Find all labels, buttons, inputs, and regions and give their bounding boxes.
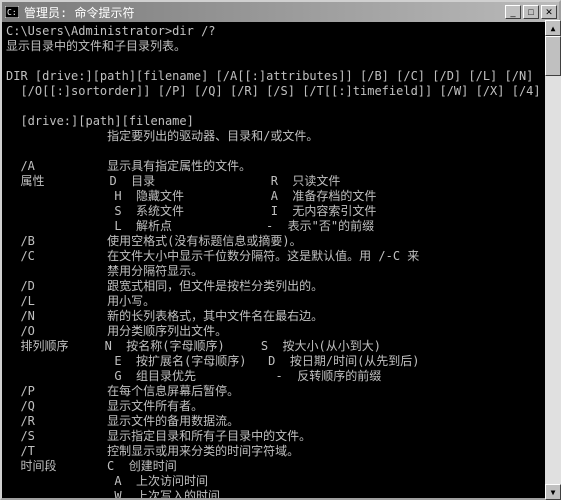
output-line: /L 用小写。 bbox=[6, 294, 155, 308]
console-output[interactable]: C:\Users\Administrator>dir /? 显示目录中的文件和子… bbox=[2, 22, 559, 498]
output-line: 指定要列出的驱动器、目录和/或文件。 bbox=[6, 129, 318, 143]
output-line: /B 使用空格式(没有标题信息或摘要)。 bbox=[6, 234, 302, 248]
output-line: 显示目录中的文件和子目录列表。 bbox=[6, 39, 186, 53]
output-line: G 组目录优先 - 反转顺序的前缀 bbox=[6, 369, 381, 383]
output-line: /Q 显示文件所有者。 bbox=[6, 399, 203, 413]
output-line: W 上次写入的时间 bbox=[6, 489, 220, 498]
output-line: DIR [drive:][path][filename] [/A[[:]attr… bbox=[6, 69, 533, 83]
output-line: /D 跟宽式相同，但文件是按栏分类列出的。 bbox=[6, 279, 323, 293]
output-line: /N 新的长列表格式，其中文件名在最右边。 bbox=[6, 309, 323, 323]
scroll-thumb[interactable] bbox=[545, 36, 561, 76]
output-line: L 解析点 - 表示"否"的前缀 bbox=[6, 219, 374, 233]
titlebar[interactable]: C: 管理员: 命令提示符 _ □ ✕ bbox=[2, 2, 559, 22]
output-line: 排列顺序 N 按名称(字母顺序) S 按大小(从小到大) bbox=[6, 339, 381, 353]
scroll-down-button[interactable]: ▼ bbox=[545, 484, 561, 500]
output-line: /A 显示具有指定属性的文件。 bbox=[6, 159, 251, 173]
output-line: /C 在文件大小中显示千位数分隔符。这是默认值。用 /-C 来 bbox=[6, 249, 419, 263]
output-line: S 系统文件 I 无内容索引文件 bbox=[6, 204, 376, 218]
svg-text:C:: C: bbox=[7, 8, 17, 17]
output-line: /S 显示指定目录和所有子目录中的文件。 bbox=[6, 429, 311, 443]
output-line: H 隐藏文件 A 准备存档的文件 bbox=[6, 189, 376, 203]
command-prompt-window: C: 管理员: 命令提示符 _ □ ✕ C:\Users\Administrat… bbox=[0, 0, 561, 500]
titlebar-buttons: _ □ ✕ bbox=[505, 5, 557, 19]
prompt-text: C:\Users\Administrator> bbox=[6, 24, 172, 38]
close-button[interactable]: ✕ bbox=[541, 5, 557, 19]
minimize-button[interactable]: _ bbox=[505, 5, 521, 19]
output-line: /O 用分类顺序列出文件。 bbox=[6, 324, 227, 338]
scroll-track[interactable] bbox=[545, 36, 561, 484]
output-line: /R 显示文件的备用数据流。 bbox=[6, 414, 239, 428]
app-icon: C: bbox=[4, 4, 20, 20]
scroll-up-button[interactable]: ▲ bbox=[545, 20, 561, 36]
window-title: 管理员: 命令提示符 bbox=[24, 4, 505, 21]
vertical-scrollbar[interactable]: ▲ ▼ bbox=[545, 20, 561, 500]
output-line: [drive:][path][filename] bbox=[6, 114, 194, 128]
output-line: 禁用分隔符显示。 bbox=[6, 264, 203, 278]
output-line: [/O[[:]sortorder]] [/P] [/Q] [/R] [/S] [… bbox=[6, 84, 541, 98]
output-line: /T 控制显示或用来分类的时间字符域。 bbox=[6, 444, 299, 458]
output-line: 属性 D 目录 R 只读文件 bbox=[6, 174, 340, 188]
command-text: dir /? bbox=[172, 24, 215, 38]
output-line: 时间段 C 创建时间 bbox=[6, 459, 177, 473]
output-line: A 上次访问时间 bbox=[6, 474, 208, 488]
output-line: /P 在每个信息屏幕后暂停。 bbox=[6, 384, 239, 398]
output-line: E 按扩展名(字母顺序) D 按日期/时间(从先到后) bbox=[6, 354, 420, 368]
maximize-button[interactable]: □ bbox=[523, 5, 539, 19]
